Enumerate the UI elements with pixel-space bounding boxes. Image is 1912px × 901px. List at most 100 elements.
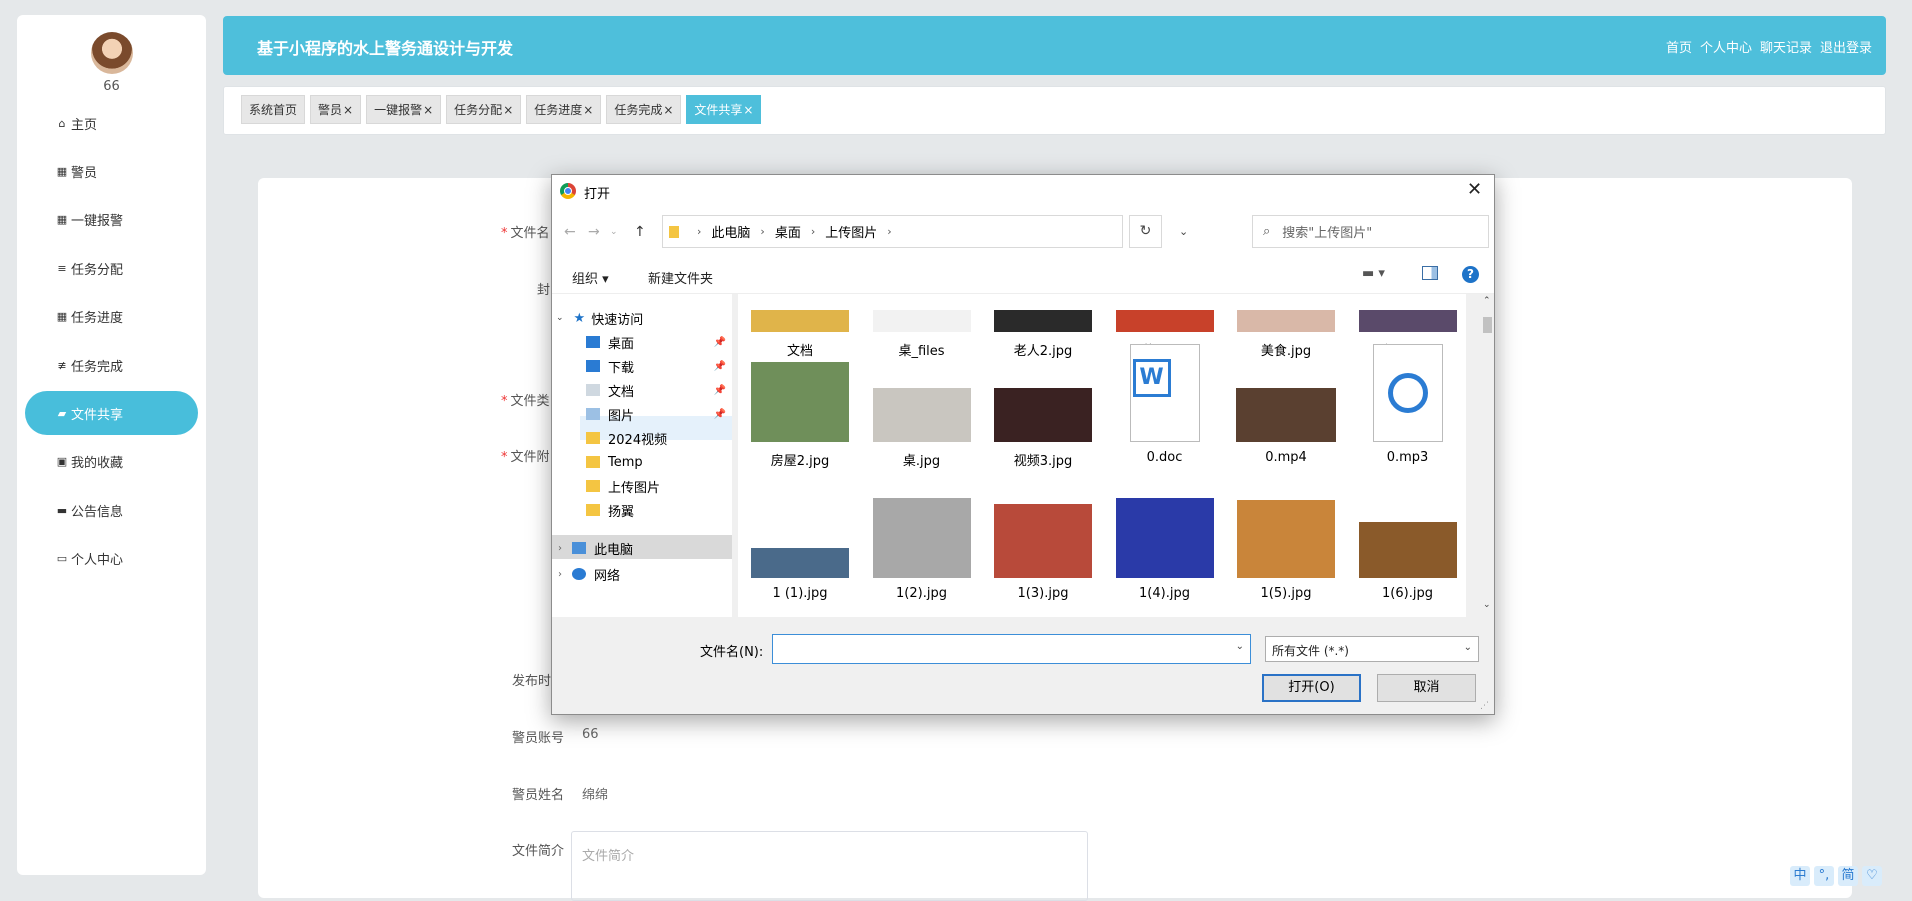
ime-chinese-icon[interactable]: 中 — [1790, 866, 1810, 886]
file-name: 0.doc — [1146, 450, 1183, 465]
filename-input[interactable]: ⌄ — [772, 634, 1251, 664]
sidebar-item-9[interactable]: ▭ 个人中心 — [25, 537, 198, 581]
tab-close-icon[interactable]: × — [343, 103, 353, 117]
tree-item-2[interactable]: 文档 📌 — [586, 378, 726, 402]
monitor-icon: ▬ — [56, 503, 68, 517]
avatar[interactable] — [91, 32, 133, 74]
sidebar-item-label: 警员 — [71, 165, 98, 181]
address-bar[interactable]: › 此电脑 › 桌面 › 上传图片 › — [662, 215, 1123, 248]
tab-close-icon[interactable]: × — [743, 103, 753, 117]
tab-3[interactable]: 任务分配 × — [446, 95, 522, 124]
forward-icon[interactable]: → — [588, 224, 600, 240]
sidebar-item-5[interactable]: ≢ 任务完成 — [25, 343, 198, 387]
sidebar-item-4[interactable]: ▦ 任务进度 — [25, 295, 198, 339]
tab-2[interactable]: 一键报警 × — [366, 95, 442, 124]
sidebar-item-7[interactable]: ▣ 我的收藏 — [25, 440, 198, 484]
tree-item-6[interactable]: 上传图片 — [586, 474, 726, 498]
sidebar-item-0[interactable]: ⌂ 主页 — [25, 101, 198, 145]
word-doc-icon: W — [1129, 344, 1200, 442]
header-link-logout[interactable]: 退出登录 — [1820, 37, 1872, 56]
scroll-down-icon[interactable]: ⌄ — [1483, 600, 1491, 610]
tab-0[interactable]: 系统首页 — [241, 95, 306, 124]
breadcrumb-upload-images[interactable]: 上传图片 — [825, 222, 877, 241]
file-item[interactable]: 1(2).jpg — [872, 480, 972, 610]
pin-icon[interactable]: 📌 — [714, 409, 726, 420]
sidebar-item-8[interactable]: ▬ 公告信息 — [25, 488, 198, 532]
view-options-icon[interactable]: ▬ ▾ — [1362, 266, 1385, 281]
address-dropdown-icon[interactable]: ⌄ — [1179, 225, 1188, 238]
tab-6[interactable]: 文件共享 × — [686, 95, 762, 124]
header-link-chat-history[interactable]: 聊天记录 — [1760, 37, 1812, 56]
refresh-icon[interactable]: ↻ — [1129, 215, 1162, 248]
file-item[interactable]: W 0.doc — [1115, 344, 1215, 474]
cancel-button[interactable]: 取消 — [1377, 674, 1476, 702]
sidebar-item-3[interactable]: ≡ 任务分配 — [25, 246, 198, 290]
new-folder-button[interactable]: 新建文件夹 — [648, 268, 713, 287]
file-item[interactable]: 桌.jpg — [872, 344, 972, 474]
tree-item-5[interactable]: Temp — [586, 450, 726, 474]
ime-skin-icon[interactable]: ♡ — [1862, 866, 1882, 886]
sidebar-item-2[interactable]: ▦ 一键报警 — [25, 198, 198, 242]
scroll-up-icon[interactable]: ⌃ — [1483, 296, 1491, 306]
tab-close-icon[interactable]: × — [423, 103, 433, 117]
organize-button[interactable]: 组织 ▾ — [572, 268, 609, 287]
expand-chevron-icon[interactable]: ⌄ — [556, 313, 564, 323]
file-item[interactable]: 房屋2.jpg — [750, 344, 850, 474]
sidebar-item-1[interactable]: ▦ 警员 — [25, 149, 198, 193]
file-type-filter[interactable]: 所有文件 (*.*) ⌄ — [1265, 636, 1479, 662]
scrollbar-thumb[interactable] — [1483, 317, 1492, 333]
vertical-scrollbar[interactable]: ⌃ ⌄ — [1480, 294, 1494, 617]
expand-chevron-icon[interactable]: › — [558, 569, 562, 580]
header-link-profile[interactable]: 个人中心 — [1700, 37, 1752, 56]
preview-pane-icon[interactable] — [1422, 266, 1438, 280]
file-item[interactable]: 视频3.jpg — [993, 344, 1093, 474]
breadcrumb-desktop[interactable]: 桌面 — [775, 222, 801, 241]
sidebar-item-label: 主页 — [71, 117, 98, 133]
tree-item-1[interactable]: 下载 📌 — [586, 354, 726, 378]
open-button[interactable]: 打开(O) — [1262, 674, 1361, 702]
card-icon: ▭ — [56, 552, 68, 566]
file-item[interactable]: 0.mp4 — [1236, 344, 1336, 474]
tab-close-icon[interactable]: × — [663, 103, 673, 117]
tree-this-pc[interactable]: › 此电脑 — [558, 536, 633, 560]
recent-chevron-icon[interactable]: ⌄ — [610, 227, 618, 237]
tree-item-0[interactable]: 桌面 📌 — [586, 330, 726, 354]
search-input[interactable]: ⌕ 搜索"上传图片" — [1252, 215, 1489, 248]
ime-simplified-icon[interactable]: 简 — [1838, 866, 1858, 886]
ime-toolbar: 中 °, 简 ♡ — [1790, 866, 1882, 886]
chevron-down-icon[interactable]: ⌄ — [1236, 641, 1244, 652]
file-item[interactable]: 1(4).jpg — [1115, 480, 1215, 610]
file-name: 1(2).jpg — [896, 586, 947, 601]
pin-icon[interactable]: 📌 — [714, 361, 726, 372]
breadcrumb-this-pc[interactable]: 此电脑 — [711, 222, 750, 241]
tree-item-7[interactable]: 扬翼 — [586, 498, 726, 522]
ime-punctuation-icon[interactable]: °, — [1814, 866, 1834, 886]
tab-4[interactable]: 任务进度 × — [526, 95, 602, 124]
intro-textarea[interactable]: 文件简介 — [571, 831, 1088, 901]
file-item[interactable]: 1 (1).jpg — [750, 480, 850, 610]
close-icon[interactable]: ✕ — [1467, 179, 1482, 200]
tab-close-icon[interactable]: × — [583, 103, 593, 117]
file-item[interactable]: 1(6).jpg — [1358, 480, 1458, 610]
tree-item-3[interactable]: 图片 📌 — [586, 402, 726, 426]
tree-quick-access[interactable]: ⌄ ★ 快速访问 — [556, 306, 643, 330]
resize-grip-icon[interactable]: ⋰ — [1480, 701, 1489, 711]
file-item[interactable]: 1(3).jpg — [993, 480, 1093, 610]
file-item[interactable]: 1(5).jpg — [1236, 480, 1336, 610]
tree-network[interactable]: › 网络 — [558, 562, 620, 586]
pin-icon[interactable]: 📌 — [714, 385, 726, 396]
tab-close-icon[interactable]: × — [503, 103, 513, 117]
sidebar-item-6[interactable]: ▰ 文件共享 — [25, 391, 198, 436]
pin-icon[interactable]: 📌 — [714, 337, 726, 348]
back-icon[interactable]: ← — [564, 224, 576, 240]
header-link-home[interactable]: 首页 — [1666, 37, 1692, 56]
help-icon[interactable]: ? — [1462, 266, 1479, 283]
star-icon: ★ — [573, 310, 586, 326]
up-arrow-icon[interactable]: ↑ — [634, 224, 646, 240]
expand-chevron-icon[interactable]: › — [558, 543, 562, 554]
file-item[interactable]: 0.mp3 — [1358, 344, 1458, 474]
sidebar-item-label: 文件共享 — [71, 407, 124, 423]
tree-item-4[interactable]: 2024视频 — [586, 426, 726, 450]
tab-5[interactable]: 任务完成 × — [606, 95, 682, 124]
tab-1[interactable]: 警员 × — [310, 95, 362, 124]
